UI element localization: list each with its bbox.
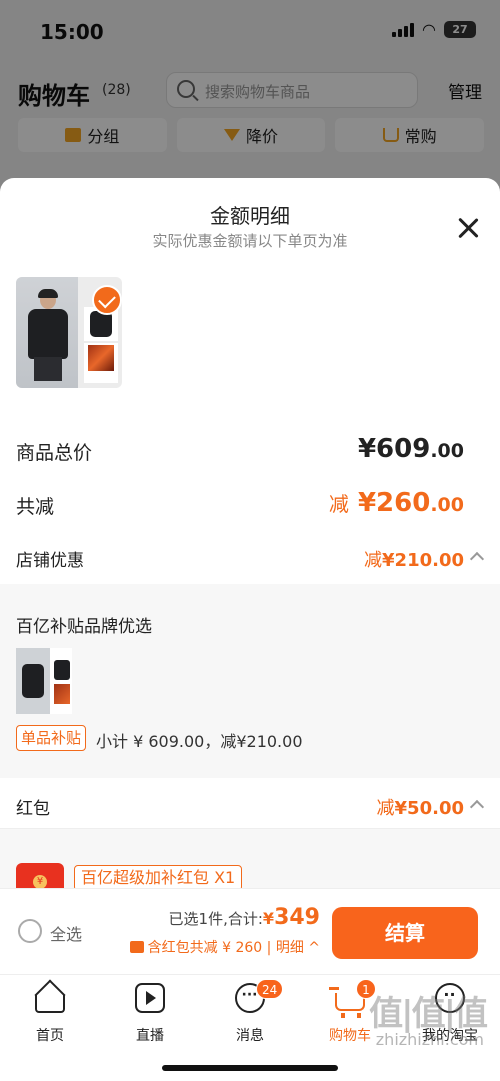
home-icon <box>35 995 65 1013</box>
shop-discount-label: 店铺优惠 <box>16 551 84 571</box>
total-price-value: ¥609.00 <box>357 434 464 464</box>
subsidy-title: 百亿补贴品牌优选 <box>16 617 152 637</box>
shop-discount-value[interactable]: 减¥210.00 <box>364 546 464 572</box>
tab-live[interactable]: 直播 <box>100 983 200 1044</box>
chevron-up-icon[interactable] <box>469 551 485 567</box>
total-price-label: 商品总价 <box>16 442 93 464</box>
dim-overlay[interactable] <box>0 0 500 200</box>
sheet-subtitle: 实际优惠金额请以下单页为准 <box>152 232 348 250</box>
tab-messages[interactable]: 24 消息 <box>200 979 300 1044</box>
red-packet-label: 红包 <box>16 799 50 819</box>
close-icon[interactable] <box>456 216 480 240</box>
live-icon <box>135 983 165 1013</box>
total-reduction-value: 减 ¥260.00 <box>328 488 464 518</box>
subsidy-product-image <box>16 648 72 714</box>
checkout-bar: 全选 已选1件,合计:¥349 含红包共减 ¥ 260 | 明细 ^ 结算 <box>0 888 500 974</box>
select-all-label[interactable]: 全选 <box>50 921 82 945</box>
message-badge: 24 <box>256 979 284 999</box>
checkout-button[interactable]: 结算 <box>332 907 478 959</box>
sheet-title: 金额明细 <box>210 204 290 228</box>
red-packet-value[interactable]: 减¥50.00 <box>377 794 464 820</box>
subsidy-tag: 单品补贴 <box>16 725 87 751</box>
select-all-radio[interactable] <box>18 919 42 943</box>
check-icon[interactable] <box>92 285 122 315</box>
home-indicator <box>162 1065 338 1071</box>
watermark: 值|值|值 zhizhizhi.com <box>369 994 488 1049</box>
sum-line: 已选1件,合计:¥349 <box>168 905 320 930</box>
discount-detail-link[interactable]: 含红包共减 ¥ 260 | 明细 ^ <box>129 937 320 957</box>
amount-detail-sheet: 金额明细 实际优惠金额请以下单页为准 商品总价 ¥609.00 共减 减 ¥26… <box>0 178 500 973</box>
total-reduction-label: 共减 <box>16 496 55 518</box>
red-packet-icon <box>129 941 144 953</box>
chevron-up-icon[interactable] <box>469 799 485 815</box>
tab-home[interactable]: 首页 <box>0 983 100 1044</box>
subsidy-subtotal: 小计 ¥ 609.00，减¥210.00 <box>96 732 303 751</box>
subsidy-panel: 百亿补贴品牌优选 单品补贴 小计 ¥ 609.00，减¥210.00 <box>0 584 500 778</box>
